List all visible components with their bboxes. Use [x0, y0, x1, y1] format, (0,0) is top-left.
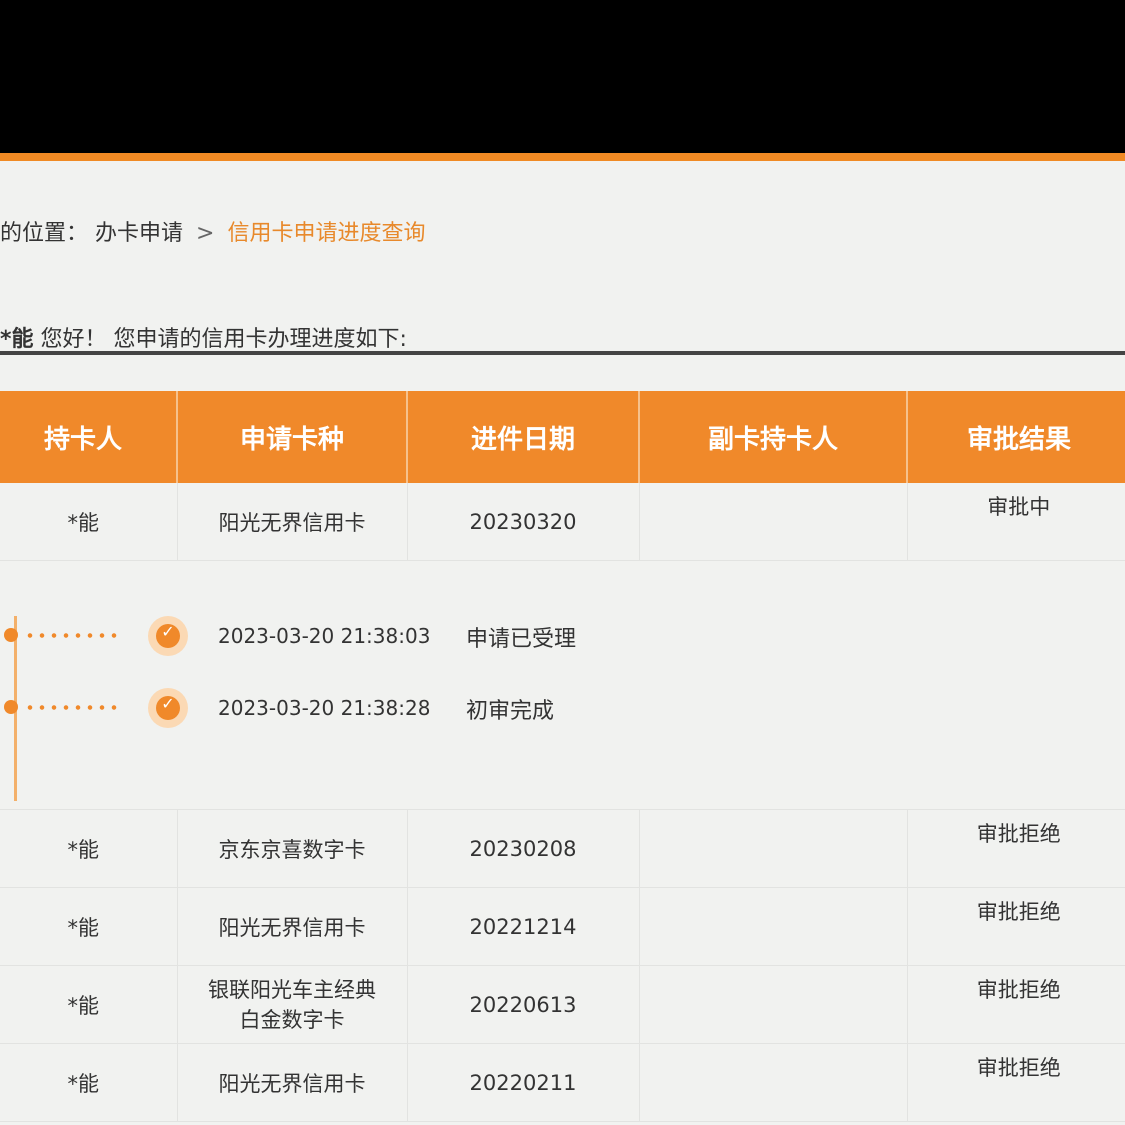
check-circle-icon: ✓ — [148, 688, 188, 728]
table-row[interactable]: *能 阳光无界信用卡 20220211 审批拒绝 — [0, 1043, 1125, 1122]
cell-date: 20220613 — [407, 965, 640, 1044]
cell-card-type: 银联阳光车主经典白金数字卡 — [177, 965, 408, 1044]
breadcrumb: 的位置： 办卡申请 > 信用卡申请进度查询 — [0, 215, 425, 247]
breadcrumb-separator: > — [196, 221, 215, 246]
cell-secondary — [639, 809, 908, 888]
header-holder: 持卡人 — [0, 391, 178, 483]
timeline-step: ✓ 2023-03-20 21:38:03 申请已受理 — [0, 616, 690, 656]
section-divider — [0, 351, 1125, 355]
cell-holder: *能 — [0, 809, 178, 888]
cell-card-type: 京东京喜数字卡 — [177, 809, 408, 888]
cell-result: 审批拒绝 — [907, 965, 1125, 1044]
cell-date: 20220211 — [407, 1043, 640, 1122]
cell-holder: *能 — [0, 965, 178, 1044]
timeline-node — [4, 628, 18, 642]
header-result: 审批结果 — [907, 391, 1125, 483]
cell-secondary — [639, 965, 908, 1044]
cell-result: 审批拒绝 — [907, 887, 1125, 966]
timeline-status: 申请已受理 — [466, 627, 577, 652]
progress-timeline-row: ✓ 2023-03-20 21:38:03 申请已受理 ✓ 2023-03-20… — [0, 560, 1125, 810]
cell-date: 20221214 — [407, 887, 640, 966]
cell-secondary — [639, 483, 908, 561]
timeline-status: 初审完成 — [466, 699, 555, 724]
breadcrumb-prefix: 的位置： — [0, 221, 89, 246]
cell-card-type: 阳光无界信用卡 — [177, 483, 408, 561]
timeline-dots — [24, 633, 120, 638]
timeline-node — [4, 700, 18, 714]
timeline-time: 2023-03-20 21:38:28 — [218, 696, 431, 720]
cell-date: 20230208 — [407, 809, 640, 888]
top-accent-bar — [0, 153, 1125, 161]
greeting-text: 您好！ 您申请的信用卡办理进度如下: — [40, 327, 407, 352]
cell-date: 20230320 — [407, 483, 640, 561]
application-progress-table: 持卡人 申请卡种 进件日期 副卡持卡人 审批结果 *能 阳光无界信用卡 2023… — [0, 391, 1125, 1122]
greeting-name: *能 — [0, 327, 34, 352]
breadcrumb-parent-link[interactable]: 办卡申请 — [95, 221, 183, 246]
greeting: *能 您好！ 您申请的信用卡办理进度如下: — [0, 321, 407, 353]
timeline-step: ✓ 2023-03-20 21:38:28 初审完成 — [0, 688, 690, 728]
cell-result: 审批中 — [907, 483, 1125, 561]
cell-result: 审批拒绝 — [907, 1043, 1125, 1122]
table-header-row: 持卡人 申请卡种 进件日期 副卡持卡人 审批结果 — [0, 391, 1125, 483]
table-row[interactable]: *能 京东京喜数字卡 20230208 审批拒绝 — [0, 809, 1125, 888]
header-secondary-holder: 副卡持卡人 — [639, 391, 908, 483]
timeline-time: 2023-03-20 21:38:03 — [218, 624, 431, 648]
header-date: 进件日期 — [407, 391, 640, 483]
table-row[interactable]: *能 阳光无界信用卡 20221214 审批拒绝 — [0, 887, 1125, 966]
cell-card-type: 阳光无界信用卡 — [177, 887, 408, 966]
cell-secondary — [639, 887, 908, 966]
cell-holder: *能 — [0, 483, 178, 561]
check-circle-icon: ✓ — [148, 616, 188, 656]
cell-holder: *能 — [0, 1043, 178, 1122]
timeline-dots — [24, 705, 120, 710]
cell-secondary — [639, 1043, 908, 1122]
header-card-type: 申请卡种 — [177, 391, 408, 483]
cell-result: 审批拒绝 — [907, 809, 1125, 888]
cell-card-type: 阳光无界信用卡 — [177, 1043, 408, 1122]
progress-timeline: ✓ 2023-03-20 21:38:03 申请已受理 ✓ 2023-03-20… — [0, 561, 1115, 801]
breadcrumb-current: 信用卡申请进度查询 — [227, 221, 426, 246]
screen: 的位置： 办卡申请 > 信用卡申请进度查询 *能 您好！ 您申请的信用卡办理进度… — [0, 153, 1125, 1125]
table-row[interactable]: *能 阳光无界信用卡 20230320 审批中 — [0, 483, 1125, 561]
cell-holder: *能 — [0, 887, 178, 966]
table-row[interactable]: *能 银联阳光车主经典白金数字卡 20220613 审批拒绝 — [0, 965, 1125, 1044]
